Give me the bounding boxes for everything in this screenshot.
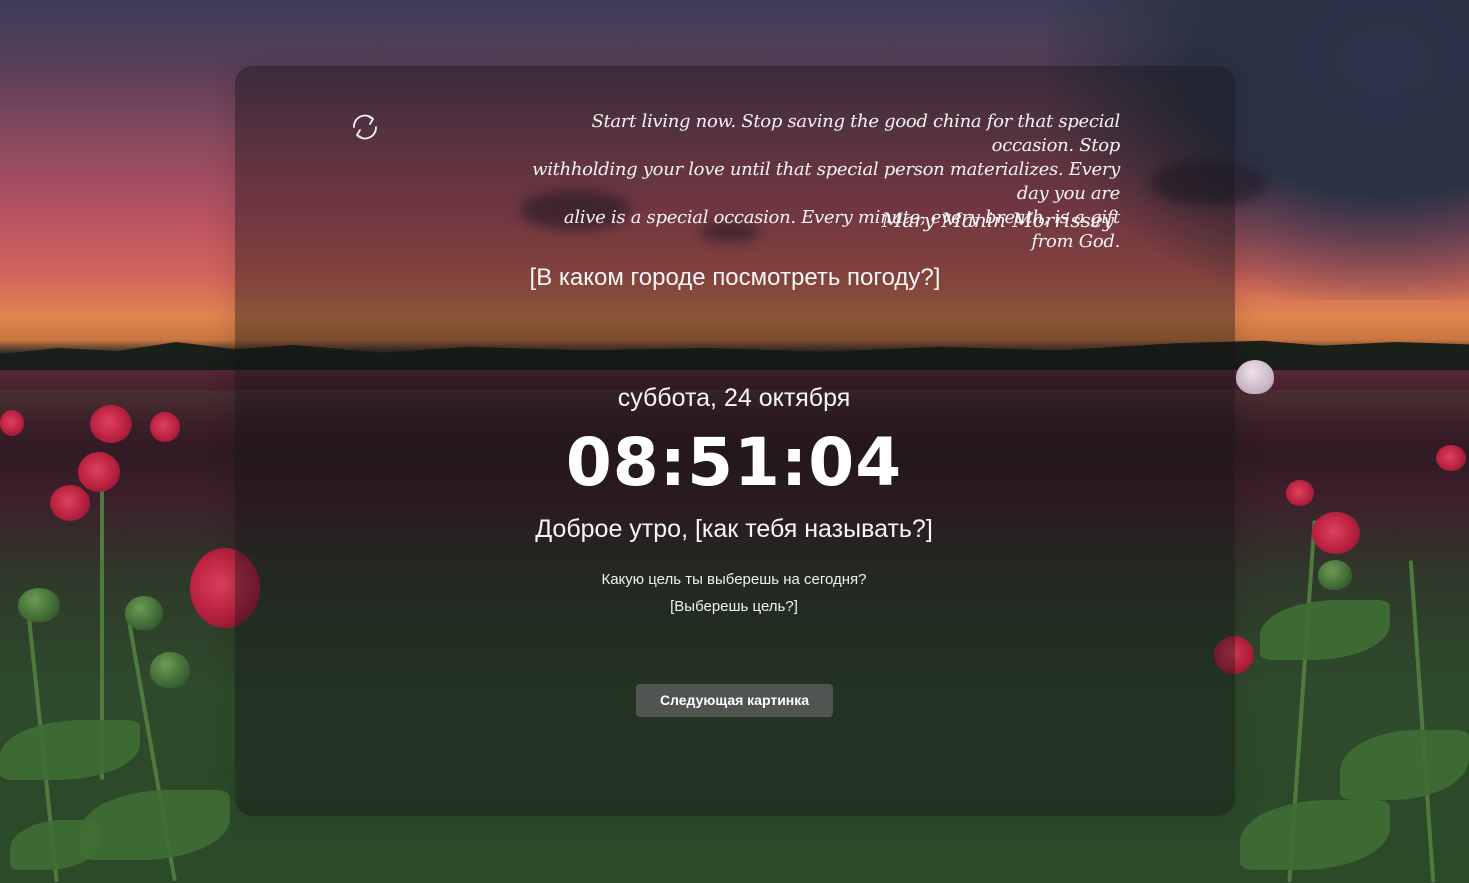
- next-image-button[interactable]: Следующая картинка: [636, 684, 833, 717]
- background-bud: [150, 652, 190, 688]
- background-poppy: [78, 452, 120, 492]
- background-bud: [1236, 360, 1274, 394]
- weather-city-input[interactable]: [В каком городе посмотреть погоду?]: [460, 264, 1010, 292]
- background-bud: [125, 596, 163, 630]
- time-display: 08:51:04: [565, 424, 903, 501]
- name-input[interactable]: [как тебя называть?]: [695, 515, 933, 543]
- background-bud: [18, 588, 60, 622]
- focus-input[interactable]: [Выберешь цель?]: [584, 598, 884, 615]
- background-poppy: [90, 405, 132, 443]
- background-poppy: [1436, 445, 1466, 471]
- background-leaf: [1240, 800, 1390, 870]
- date-display: суббота, 24 октября: [617, 384, 851, 412]
- quote-line: Start living now. Stop saving the good c…: [591, 111, 1120, 156]
- background-poppy: [150, 412, 180, 442]
- background-bud: [1318, 560, 1352, 590]
- background-leaf: [10, 820, 100, 870]
- background-leaf: [1340, 730, 1469, 800]
- background-leaf: [0, 720, 140, 780]
- greeting: Доброе утро, [как тебя называть?]: [434, 515, 1034, 544]
- background-poppy: [50, 485, 90, 521]
- background-leaf: [1260, 600, 1390, 660]
- quote-text: Start living now. Stop saving the good c…: [520, 110, 1120, 254]
- focus-question: Какую цель ты выберешь на сегодня?: [601, 571, 867, 588]
- background-stem: [1408, 560, 1436, 883]
- quote-line: withholding your love until that special…: [532, 159, 1120, 204]
- greeting-text: Доброе утро,: [535, 515, 695, 543]
- refresh-icon[interactable]: [348, 110, 382, 144]
- background-poppy: [0, 410, 24, 436]
- background-poppy: [1312, 512, 1360, 554]
- background-poppy: [1286, 480, 1314, 506]
- quote-author: Mary Manin Morrissey: [881, 208, 1114, 232]
- background-leaf: [80, 790, 230, 860]
